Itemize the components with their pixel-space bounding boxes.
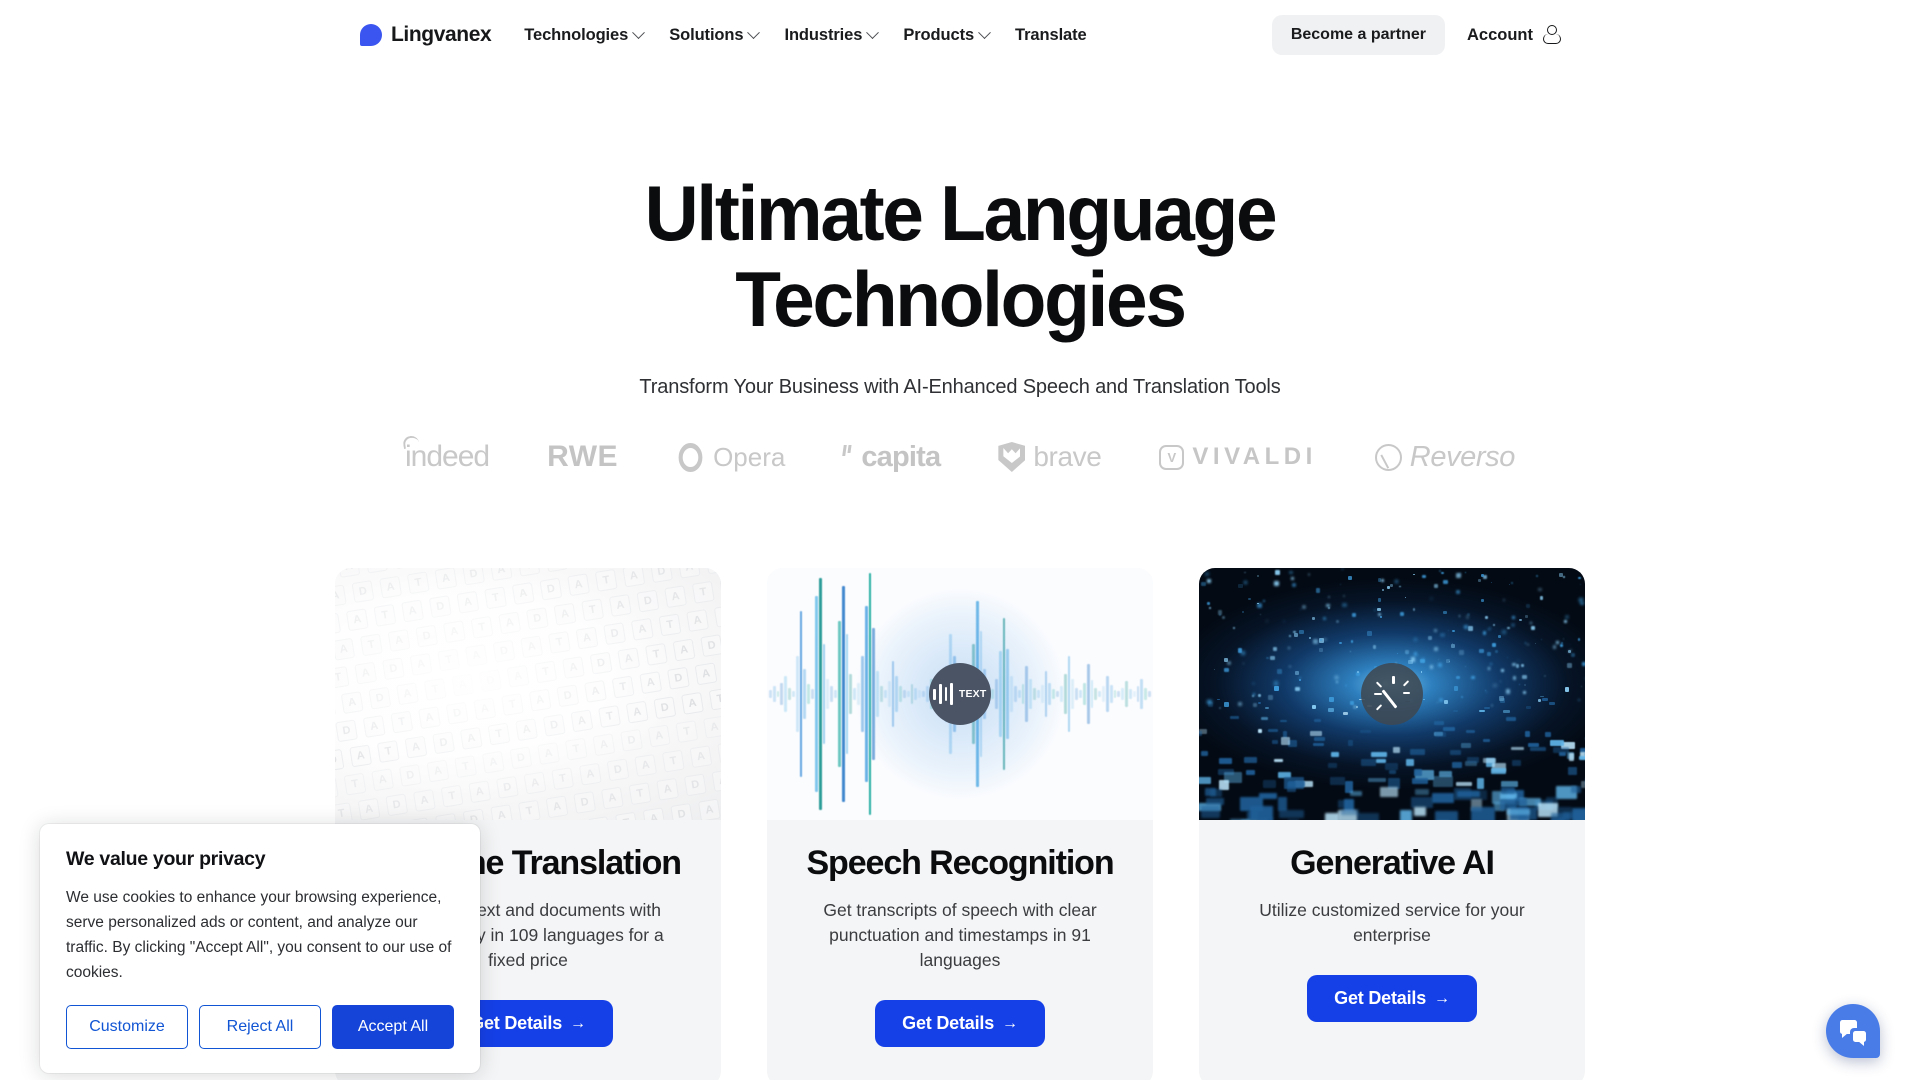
button-label: Get Details <box>470 1013 562 1034</box>
hero-section: Ultimate Language Technologies Transform… <box>0 70 1920 399</box>
card-title: Speech Recognition <box>767 844 1153 883</box>
brave-lion-shield-icon <box>998 442 1025 472</box>
client-logo-capita: capita <box>843 441 940 474</box>
get-details-button[interactable]: Get Details → <box>1307 975 1477 1022</box>
card-description: Get transcripts of speech with clear pun… <box>810 898 1110 973</box>
client-logo-opera: Opera <box>676 442 785 473</box>
logo-text: Reverso <box>1410 441 1515 474</box>
card-title: Generative AI <box>1199 844 1585 883</box>
client-logo-vivaldi: V VIVALDI <box>1159 443 1316 471</box>
hero-subtitle: Transform Your Business with AI-Enhanced… <box>0 376 1920 399</box>
button-label: Get Details <box>1334 988 1426 1009</box>
logo-text: capita <box>861 441 940 474</box>
cookie-title: We value your privacy <box>66 848 454 871</box>
chevron-down-icon <box>866 26 879 39</box>
badge-text: TEXT <box>959 688 987 700</box>
cookie-consent-dialog: We value your privacy We use cookies to … <box>40 824 480 1073</box>
nav-label: Translate <box>1015 26 1087 45</box>
cookie-body-text: We use cookies to enhance your browsing … <box>66 885 454 985</box>
nav-label: Industries <box>784 26 862 45</box>
header-actions: Become a partner Account <box>1272 15 1560 55</box>
opera-ring-icon <box>679 443 703 472</box>
account-link[interactable]: Account <box>1467 25 1560 45</box>
card-description: Utilize customized service for your ente… <box>1242 898 1542 948</box>
chevron-down-icon <box>978 26 991 39</box>
reject-all-button[interactable]: Reject All <box>199 1005 321 1049</box>
magic-wand-icon <box>1361 663 1423 725</box>
hero-title-line-1: Ultimate Language <box>645 169 1276 257</box>
logo-text: Opera <box>713 442 785 473</box>
get-details-button[interactable]: Get Details → <box>875 1000 1045 1047</box>
logo-text: VIVALDI <box>1192 443 1316 471</box>
reverso-circle-icon <box>1375 444 1402 471</box>
card-image: TEXT <box>767 568 1153 820</box>
card-speech-recognition[interactable]: TEXT Speech Recognition Get transcripts … <box>767 568 1153 1080</box>
lingvanex-logo-icon <box>360 24 382 46</box>
logo-text: brave <box>1033 441 1101 473</box>
person-icon <box>1542 25 1560 45</box>
chat-widget-button[interactable] <box>1826 1004 1880 1058</box>
nav-label: Products <box>903 26 974 45</box>
nav-item-solutions[interactable]: Solutions <box>669 26 758 45</box>
arrow-right-icon: → <box>1434 990 1450 1008</box>
hero-title-line-2: Technologies <box>38 256 1881 342</box>
nav-item-industries[interactable]: Industries <box>784 26 877 45</box>
account-label: Account <box>1467 26 1533 45</box>
card-image: DATADATADATADATADATADAATADATADATADATADAT… <box>335 568 721 820</box>
nav-label: Technologies <box>524 26 628 45</box>
capita-mark-icon <box>843 445 852 457</box>
client-logo-strip: indeed RWE Opera capita brave V VIVALDI … <box>0 440 1920 474</box>
data-texture-art: DATADATADATADATADATADAATADATADATADATADAT… <box>335 568 721 820</box>
arrow-right-icon: → <box>1002 1015 1018 1033</box>
button-label: Get Details <box>902 1013 994 1034</box>
chevron-down-icon <box>632 26 645 39</box>
indeed-arc-icon <box>402 435 420 449</box>
client-logo-rwe: RWE <box>547 440 618 474</box>
main-navigation: Technologies Solutions Industries Produc… <box>524 26 1086 45</box>
brand-logo[interactable]: Lingvanex <box>360 23 491 47</box>
waveform-text-icon: TEXT <box>929 663 991 725</box>
customize-button[interactable]: Customize <box>66 1005 188 1049</box>
accept-all-button[interactable]: Accept All <box>332 1005 454 1049</box>
client-logo-brave: brave <box>998 441 1101 473</box>
nav-label: Solutions <box>669 26 743 45</box>
page-root: Lingvanex Technologies Solutions Industr… <box>0 0 1920 1080</box>
page-title: Ultimate Language Technologies <box>38 170 1881 342</box>
vivaldi-mark-icon: V <box>1159 445 1184 470</box>
nav-item-technologies[interactable]: Technologies <box>524 26 643 45</box>
chevron-down-icon <box>748 26 761 39</box>
chat-bubbles-icon <box>1840 1020 1866 1042</box>
site-header: Lingvanex Technologies Solutions Industr… <box>0 0 1920 70</box>
arrow-right-icon: → <box>570 1015 586 1033</box>
client-logo-reverso: Reverso <box>1375 441 1515 474</box>
brand-name: Lingvanex <box>391 23 491 47</box>
client-logo-indeed: indeed <box>405 440 489 474</box>
nav-item-translate[interactable]: Translate <box>1015 26 1087 45</box>
nav-item-products[interactable]: Products <box>903 26 989 45</box>
become-a-partner-button[interactable]: Become a partner <box>1272 15 1445 55</box>
card-image <box>1199 568 1585 820</box>
cookie-buttons: Customize Reject All Accept All <box>66 1005 454 1049</box>
logo-text: RWE <box>547 440 618 474</box>
header-inner: Lingvanex Technologies Solutions Industr… <box>360 0 1560 70</box>
card-generative-ai[interactable]: Generative AI Utilize customized service… <box>1199 568 1585 1080</box>
